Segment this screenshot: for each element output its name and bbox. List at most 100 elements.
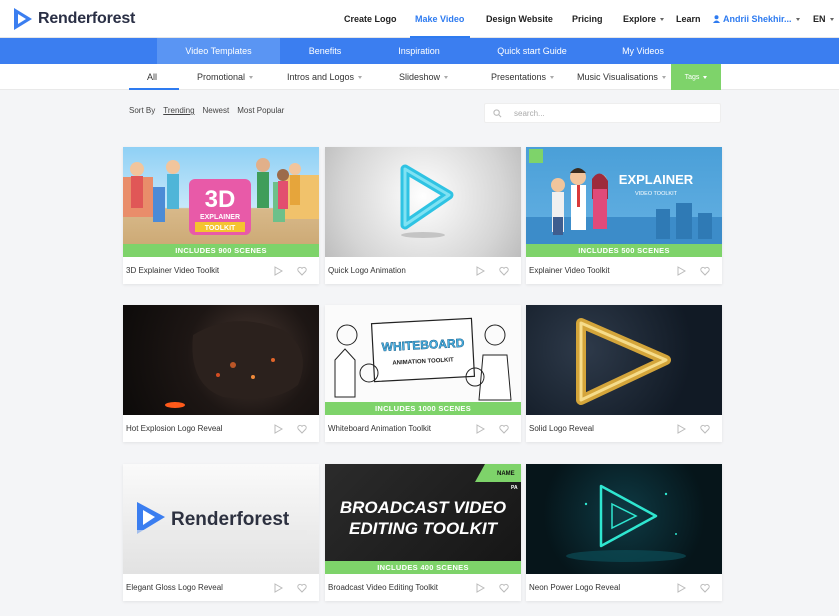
logo-play-graphic <box>400 164 454 238</box>
brand-logo[interactable]: Renderforest <box>12 7 135 31</box>
search-placeholder: search... <box>514 108 545 118</box>
tab-my-videos[interactable]: My Videos <box>608 38 678 64</box>
template-thumbnail[interactable] <box>526 305 722 415</box>
template-card[interactable]: Neon Power Logo Reveal <box>526 464 722 601</box>
top-navbar: Renderforest Create Logo Make Video Desi… <box>0 0 839 38</box>
scenes-banner: INCLUDES 900 SCENES <box>123 244 319 257</box>
play-icon[interactable] <box>676 582 686 593</box>
card-title[interactable]: Elegant Gloss Logo Reveal <box>126 583 273 592</box>
card-title[interactable]: Hot Explosion Logo Reveal <box>126 424 273 433</box>
tags-label: Tags <box>684 73 700 81</box>
category-label: Presentations <box>491 72 547 82</box>
template-thumbnail[interactable]: Renderforest <box>123 464 319 574</box>
category-intros-logos[interactable]: Intros and Logos <box>287 64 363 90</box>
nav-language[interactable]: EN <box>813 14 834 24</box>
play-icon[interactable] <box>475 265 485 276</box>
template-card[interactable]: 3D EXPLAINER TOOLKIT INCLUDES 900 SCENES… <box>123 147 319 284</box>
play-icon[interactable] <box>475 423 485 434</box>
category-label: Music Visualisations <box>577 72 658 82</box>
scenes-banner: INCLUDES 1000 SCENES <box>325 402 521 415</box>
nav-pricing[interactable]: Pricing <box>572 14 603 24</box>
active-category-indicator <box>129 88 179 90</box>
template-card[interactable]: Renderforest Elegant Gloss Logo Reveal <box>123 464 319 601</box>
heart-icon[interactable] <box>700 424 710 434</box>
template-card[interactable]: WHITEBOARD ANIMATION TOOLKIT INCLUDES 10… <box>325 305 521 442</box>
template-thumbnail[interactable] <box>325 147 521 257</box>
thumb-explainer-text: EXPLAINER <box>200 214 240 221</box>
thumb-toolkit-text: TOOLKIT <box>205 225 236 232</box>
chevron-down-icon <box>249 75 254 79</box>
template-thumbnail[interactable] <box>123 305 319 415</box>
card-footer: Elegant Gloss Logo Reveal <box>123 574 319 601</box>
card-title[interactable]: Broadcast Video Editing Toolkit <box>328 583 475 592</box>
template-card[interactable]: NAME PA BROADCAST VIDEO EDITING TOOLKIT … <box>325 464 521 601</box>
template-thumbnail[interactable]: NAME PA BROADCAST VIDEO EDITING TOOLKIT … <box>325 464 521 574</box>
card-footer: Broadcast Video Editing Toolkit <box>325 574 521 601</box>
sort-newest[interactable]: Newest <box>203 106 230 115</box>
thumb-tag-fragment: PA <box>511 485 518 491</box>
template-thumbnail[interactable]: EXPLAINER VIDEO TOOLKIT INCLUDES 500 SCE… <box>526 147 722 257</box>
play-icon[interactable] <box>475 582 485 593</box>
tab-video-templates[interactable]: Video Templates <box>157 38 280 64</box>
template-thumbnail[interactable]: WHITEBOARD ANIMATION TOOLKIT INCLUDES 10… <box>325 305 521 415</box>
card-title[interactable]: Solid Logo Reveal <box>529 424 676 433</box>
play-icon[interactable] <box>273 423 283 434</box>
heart-icon[interactable] <box>499 583 509 593</box>
template-card[interactable]: Solid Logo Reveal <box>526 305 722 442</box>
play-icon[interactable] <box>273 582 283 593</box>
card-title[interactable]: Neon Power Logo Reveal <box>529 583 676 592</box>
category-all[interactable]: All <box>147 64 157 90</box>
heart-icon[interactable] <box>297 266 307 276</box>
template-card[interactable]: Hot Explosion Logo Reveal <box>123 305 319 442</box>
card-footer: Explainer Video Toolkit <box>526 257 722 284</box>
tab-quick-start-guide[interactable]: Quick start Guide <box>480 38 584 64</box>
nav-design-website[interactable]: Design Website <box>486 14 553 24</box>
card-title[interactable]: 3D Explainer Video Toolkit <box>126 266 273 275</box>
user-icon <box>713 15 720 23</box>
play-icon[interactable] <box>676 265 686 276</box>
nav-create-logo[interactable]: Create Logo <box>344 14 397 24</box>
nav-learn[interactable]: Learn <box>676 14 701 24</box>
tab-inspiration[interactable]: Inspiration <box>380 38 458 64</box>
nav-explore[interactable]: Explore <box>623 14 665 24</box>
sort-most-popular[interactable]: Most Popular <box>237 106 284 115</box>
category-label: Slideshow <box>399 72 441 82</box>
thumb-3d-text: 3D <box>205 186 236 213</box>
template-thumbnail[interactable] <box>526 464 722 574</box>
chevron-down-icon <box>829 18 834 22</box>
card-title[interactable]: Explainer Video Toolkit <box>529 266 676 275</box>
heart-icon[interactable] <box>499 266 509 276</box>
template-card[interactable]: Quick Logo Animation <box>325 147 521 284</box>
sort-label: Sort By <box>129 106 156 115</box>
card-title[interactable]: Whiteboard Animation Toolkit <box>328 424 475 433</box>
category-music-visualisations[interactable]: Music Visualisations <box>577 64 666 90</box>
heart-icon[interactable] <box>499 424 509 434</box>
sort-bar: Sort By Trending Newest Most Popular <box>129 106 284 115</box>
language-label: EN <box>813 14 826 24</box>
play-icon[interactable] <box>676 423 686 434</box>
category-promotional[interactable]: Promotional <box>197 64 254 90</box>
template-thumbnail[interactable]: 3D EXPLAINER TOOLKIT INCLUDES 900 SCENES <box>123 147 319 257</box>
tab-benefits[interactable]: Benefits <box>290 38 360 64</box>
explainer-illustration: EXPLAINER VIDEO TOOLKIT <box>526 149 722 257</box>
category-slideshow[interactable]: Slideshow <box>399 64 449 90</box>
play-icon[interactable] <box>273 265 283 276</box>
card-footer: 3D Explainer Video Toolkit <box>123 257 319 284</box>
sort-trending[interactable]: Trending <box>163 106 194 115</box>
broadcast-graphic: NAME PA BROADCAST VIDEO EDITING TOOLKIT <box>340 464 521 538</box>
search-input[interactable]: search... <box>484 103 721 123</box>
heart-icon[interactable] <box>297 583 307 593</box>
heart-icon[interactable] <box>700 266 710 276</box>
heart-icon[interactable] <box>700 583 710 593</box>
whiteboard-illustration: WHITEBOARD ANIMATION TOOLKIT <box>334 317 512 401</box>
template-card[interactable]: EXPLAINER VIDEO TOOLKIT INCLUDES 500 SCE… <box>526 147 722 284</box>
card-title[interactable]: Quick Logo Animation <box>328 266 475 275</box>
heart-icon[interactable] <box>297 424 307 434</box>
card-footer: Whiteboard Animation Toolkit <box>325 415 521 442</box>
category-presentations[interactable]: Presentations <box>491 64 555 90</box>
nav-make-video[interactable]: Make Video <box>415 14 464 24</box>
chevron-down-icon <box>703 75 708 79</box>
tags-dropdown[interactable]: Tags <box>671 64 721 90</box>
nav-user-menu[interactable]: Andrii Shekhir... <box>713 14 800 24</box>
thumb-broadcast-line1: BROADCAST VIDEO <box>340 498 506 517</box>
